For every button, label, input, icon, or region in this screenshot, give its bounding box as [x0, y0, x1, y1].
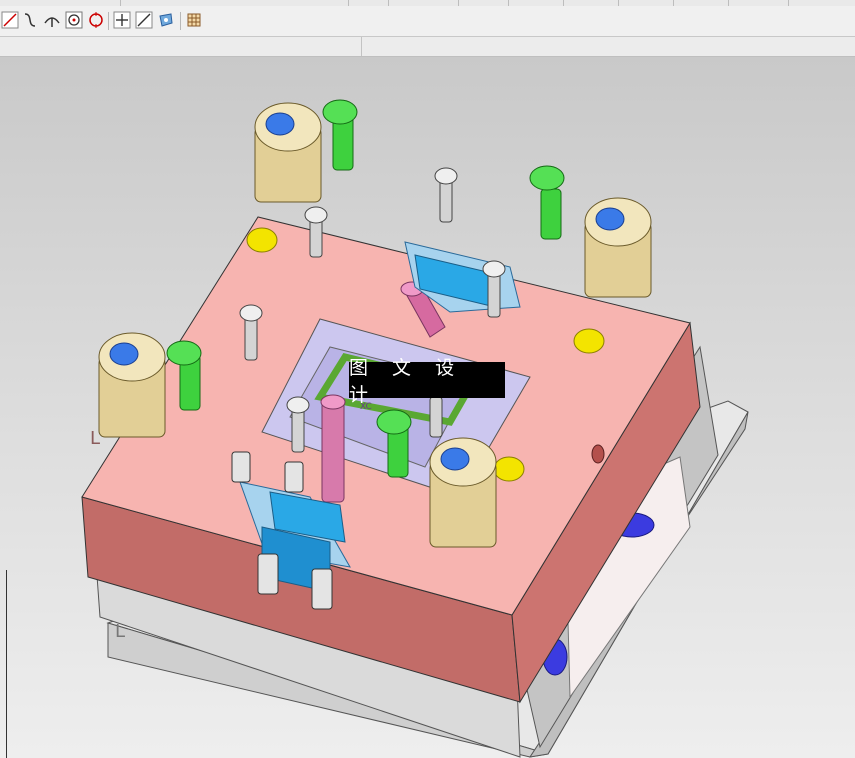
- diagonal-line-icon[interactable]: [134, 10, 154, 30]
- curve-icon[interactable]: [20, 10, 40, 30]
- cross-icon[interactable]: [112, 10, 132, 30]
- sketch-toolbar: [0, 6, 855, 37]
- selection-bar: [0, 37, 855, 57]
- view-icon[interactable]: [156, 10, 176, 30]
- viewport-edge-line: [6, 570, 7, 758]
- graphics-viewport[interactable]: L L XC: [0, 57, 855, 758]
- corner-mark-bottom: L: [115, 621, 125, 642]
- mold-assembly-model: L L XC: [81, 99, 749, 758]
- corner-mark-left: L: [90, 428, 100, 449]
- toolbar-separator: [180, 12, 181, 30]
- line-icon[interactable]: [0, 10, 20, 30]
- toolbar-separator: [108, 12, 109, 30]
- branch-icon[interactable]: [42, 10, 62, 30]
- circle-dot-icon[interactable]: [64, 10, 84, 30]
- selection-bar-divider: [361, 37, 362, 56]
- grid-icon[interactable]: [184, 10, 204, 30]
- watermark-label: 图 文 设 计: [349, 357, 505, 406]
- circle-target-icon[interactable]: [86, 10, 106, 30]
